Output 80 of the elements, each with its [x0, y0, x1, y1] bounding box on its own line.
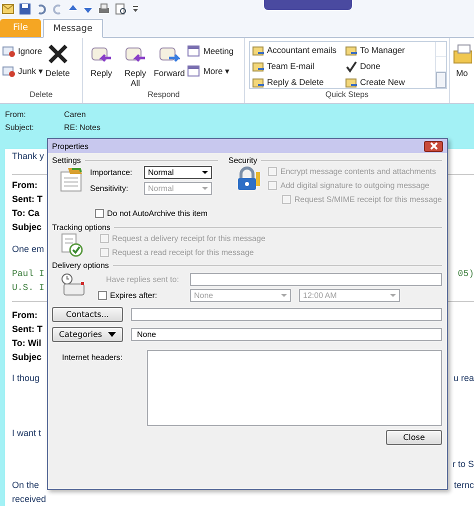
- message-text: I thoug: [12, 372, 40, 385]
- quick-step[interactable]: Accountant emails: [252, 43, 345, 57]
- ribbon-button[interactable]: Meeting: [187, 44, 234, 58]
- redo-icon[interactable]: [52, 4, 63, 14]
- message-text: One em: [12, 243, 44, 256]
- document-icon: [60, 166, 84, 192]
- message-text: Paul I: [12, 268, 44, 281]
- quick-step[interactable]: Team E-mail: [252, 59, 345, 73]
- timer-icon: [60, 273, 86, 297]
- close-button[interactable]: Close: [386, 430, 442, 445]
- padlock-icon: [236, 166, 262, 192]
- header-value: Caren: [64, 110, 86, 121]
- internet-headers-field[interactable]: [147, 350, 442, 426]
- message-text: 05): [458, 268, 474, 281]
- message-text: From:: [12, 309, 38, 322]
- print-icon[interactable]: [98, 3, 110, 15]
- preview-icon[interactable]: [115, 3, 127, 15]
- ribbon-button[interactable]: Reply All: [119, 41, 152, 88]
- section-heading: Tracking options: [52, 222, 110, 232]
- tracking-icon: [60, 233, 84, 257]
- message-text: I want t: [12, 427, 42, 440]
- header-label: Subject:: [5, 123, 35, 134]
- group-label: Respond: [146, 90, 181, 101]
- message-text: Subjec: [12, 221, 42, 234]
- ribbon-button[interactable]: Reply: [85, 41, 118, 78]
- quick-step[interactable]: To Manager: [345, 43, 433, 57]
- field-label: Internet headers:: [62, 352, 124, 364]
- header-value: RE: Notes: [64, 123, 100, 134]
- message-text: From:: [12, 179, 38, 192]
- categories-button[interactable]: Categories: [52, 327, 123, 342]
- customize-icon[interactable]: [132, 4, 139, 14]
- section-heading: Delivery options: [52, 260, 109, 270]
- message-text: To: Wil: [12, 337, 42, 350]
- section-heading: Security: [228, 156, 258, 164]
- ribbon-button[interactable]: Forward: [153, 41, 186, 78]
- message-text: Sent: T: [12, 323, 42, 336]
- message-text: Sent: T: [12, 193, 42, 206]
- importance-dropdown[interactable]: Normal: [144, 166, 212, 179]
- contacts-field[interactable]: [131, 308, 442, 321]
- calendar-icon: [187, 44, 202, 58]
- dialog-title: Properties: [52, 142, 88, 150]
- close-icon: [428, 142, 438, 150]
- section-heading: Settings: [52, 156, 81, 164]
- ribbon-button[interactable]: More ▾: [187, 64, 234, 78]
- message-text: On the: [12, 479, 40, 492]
- message-text: Subjec: [12, 351, 42, 364]
- quick-step[interactable]: Reply & Delete: [252, 75, 345, 89]
- caret-icon: [108, 332, 116, 337]
- undo-icon[interactable]: [36, 4, 47, 14]
- message-text: To: Ca: [12, 207, 40, 220]
- delete-icon: [46, 43, 69, 65]
- field-label: Have replies sent to:: [105, 275, 180, 284]
- checkmark-icon: [345, 60, 358, 72]
- group-label: Quick Steps: [324, 90, 370, 101]
- mail-icon[interactable]: [2, 4, 14, 14]
- autoarchive-checkbox[interactable]: Do not AutoArchive this item: [95, 208, 442, 219]
- save-icon[interactable]: [19, 3, 31, 15]
- expires-checkbox[interactable]: Expires after:: [98, 290, 190, 301]
- field-label: Importance:: [90, 168, 134, 177]
- header-label: From:: [5, 110, 27, 121]
- message-text: received: [12, 493, 46, 506]
- ribbon-button[interactable]: Junk ▾: [2, 64, 44, 78]
- ribbon-tab[interactable]: Message: [43, 19, 103, 38]
- close-button[interactable]: [424, 140, 443, 152]
- replies-field[interactable]: [190, 273, 442, 286]
- group-label: Delete: [28, 90, 54, 101]
- message-text: U.S. I: [12, 282, 44, 295]
- ribbon-button[interactable]: Delete: [45, 41, 70, 78]
- message-text: Thank y: [12, 150, 44, 163]
- field-label: Sensitivity:: [90, 184, 130, 193]
- calendar-icon: [187, 64, 202, 78]
- contacts-button[interactable]: Contacts...: [52, 307, 123, 322]
- message-text: r to S: [452, 458, 474, 471]
- categories-field[interactable]: None: [131, 328, 442, 341]
- message-text: u rea: [453, 372, 474, 385]
- ribbon-button[interactable]: Mo: [452, 41, 472, 78]
- quick-step[interactable]: Done: [345, 59, 433, 73]
- ribbon-button[interactable]: Ignore: [2, 44, 44, 58]
- message-text: ternc: [454, 479, 474, 492]
- quick-step[interactable]: Create New: [345, 75, 433, 89]
